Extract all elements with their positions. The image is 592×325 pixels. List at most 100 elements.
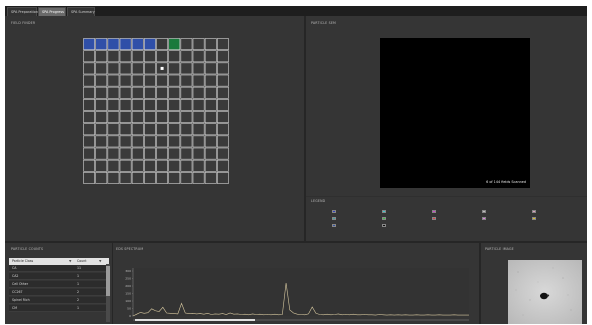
horizontal-divider[interactable] bbox=[5, 241, 587, 243]
field-cell[interactable] bbox=[107, 159, 120, 172]
field-cell[interactable] bbox=[144, 147, 156, 160]
filter-icon[interactable]: ▼ bbox=[69, 258, 71, 265]
field-cell[interactable] bbox=[95, 172, 108, 184]
field-cell[interactable] bbox=[180, 99, 193, 111]
field-cell[interactable] bbox=[83, 172, 95, 184]
field-cell[interactable] bbox=[217, 123, 229, 136]
field-cell[interactable] bbox=[204, 99, 217, 111]
column-header-count[interactable]: Count bbox=[77, 258, 86, 265]
legend-item[interactable] bbox=[332, 223, 338, 228]
legend-item[interactable] bbox=[432, 209, 438, 214]
field-cell[interactable] bbox=[131, 172, 144, 184]
legend-item[interactable] bbox=[482, 209, 488, 214]
field-cell[interactable] bbox=[192, 62, 205, 75]
field-cell[interactable] bbox=[119, 62, 132, 75]
field-cell[interactable] bbox=[192, 74, 205, 87]
field-cell[interactable] bbox=[156, 172, 168, 184]
eds-spectrum-chart[interactable]: 300 250 200 150 100 50 0 bbox=[115, 254, 477, 324]
tab-spa-progress[interactable]: SPA Progress bbox=[38, 7, 66, 16]
field-cell[interactable] bbox=[217, 86, 229, 99]
legend-item[interactable] bbox=[332, 216, 338, 221]
table-row[interactable]: CC267 2 bbox=[9, 289, 109, 296]
legend-item[interactable] bbox=[382, 209, 388, 214]
field-cell[interactable] bbox=[217, 111, 229, 123]
field-cell[interactable] bbox=[204, 50, 217, 63]
field-cell[interactable] bbox=[168, 147, 181, 160]
field-cell[interactable] bbox=[119, 123, 132, 136]
field-cell[interactable] bbox=[168, 74, 181, 87]
field-cell[interactable] bbox=[95, 159, 108, 172]
table-row[interactable]: Spinel Rich 2 bbox=[9, 297, 109, 304]
field-cell[interactable] bbox=[107, 50, 120, 63]
field-cell[interactable] bbox=[156, 111, 168, 123]
field-cell[interactable] bbox=[168, 123, 181, 136]
field-cell[interactable] bbox=[83, 50, 95, 63]
field-cell[interactable] bbox=[119, 86, 132, 99]
field-cell[interactable] bbox=[119, 99, 132, 111]
field-cell[interactable] bbox=[83, 111, 95, 123]
field-cell[interactable] bbox=[107, 135, 120, 148]
field-cell[interactable] bbox=[107, 99, 120, 111]
field-cell[interactable] bbox=[131, 38, 144, 50]
field-cell[interactable] bbox=[131, 159, 144, 172]
field-cell[interactable] bbox=[83, 86, 95, 99]
field-cell[interactable] bbox=[119, 159, 132, 172]
field-cell[interactable] bbox=[217, 62, 229, 75]
field-cell[interactable] bbox=[180, 135, 193, 148]
field-cell[interactable] bbox=[107, 147, 120, 160]
field-cell[interactable] bbox=[131, 123, 144, 136]
vertical-divider[interactable] bbox=[112, 243, 113, 324]
field-cell[interactable] bbox=[119, 50, 132, 63]
field-cell[interactable] bbox=[83, 99, 95, 111]
field-grid[interactable] bbox=[83, 38, 229, 184]
field-cell[interactable] bbox=[95, 86, 108, 99]
field-cell[interactable] bbox=[107, 86, 120, 99]
field-cell[interactable] bbox=[144, 74, 156, 87]
field-cell[interactable] bbox=[180, 172, 193, 184]
field-cell[interactable] bbox=[144, 135, 156, 148]
field-cell[interactable] bbox=[156, 123, 168, 136]
field-cell[interactable] bbox=[95, 123, 108, 136]
field-cell[interactable] bbox=[204, 172, 217, 184]
field-cell[interactable] bbox=[144, 123, 156, 136]
field-cell[interactable] bbox=[95, 111, 108, 123]
field-cell[interactable] bbox=[217, 135, 229, 148]
vertical-divider[interactable] bbox=[304, 16, 306, 241]
field-cell[interactable] bbox=[119, 172, 132, 184]
field-cell[interactable] bbox=[156, 147, 168, 160]
sem-image-view[interactable]: 6 of 144 fields Scanned bbox=[380, 38, 530, 188]
field-cell[interactable] bbox=[83, 74, 95, 87]
vertical-divider[interactable] bbox=[479, 243, 481, 324]
field-cell[interactable] bbox=[144, 111, 156, 123]
scrollbar-thumb[interactable] bbox=[106, 266, 110, 296]
field-cell[interactable] bbox=[144, 99, 156, 111]
table-row[interactable]: CM 1 bbox=[9, 305, 109, 312]
field-cell[interactable] bbox=[204, 123, 217, 136]
field-cell[interactable] bbox=[119, 74, 132, 87]
field-cell[interactable] bbox=[83, 38, 95, 50]
field-cell[interactable] bbox=[168, 62, 181, 75]
field-cell[interactable] bbox=[156, 50, 168, 63]
field-cell[interactable] bbox=[192, 38, 205, 50]
field-cell[interactable] bbox=[131, 111, 144, 123]
field-cell[interactable] bbox=[168, 50, 181, 63]
field-cell[interactable] bbox=[204, 74, 217, 87]
field-cell[interactable] bbox=[204, 86, 217, 99]
field-cell[interactable] bbox=[156, 86, 168, 99]
field-cell[interactable] bbox=[192, 159, 205, 172]
field-cell[interactable] bbox=[131, 74, 144, 87]
field-cell[interactable] bbox=[95, 74, 108, 87]
field-cell[interactable] bbox=[204, 159, 217, 172]
field-cell[interactable] bbox=[107, 172, 120, 184]
field-cell[interactable] bbox=[144, 62, 156, 75]
field-cell[interactable] bbox=[192, 111, 205, 123]
field-cell[interactable] bbox=[204, 147, 217, 160]
field-cell[interactable] bbox=[180, 38, 193, 50]
field-cell[interactable] bbox=[83, 62, 95, 75]
field-cell[interactable] bbox=[144, 50, 156, 63]
field-cell[interactable] bbox=[83, 123, 95, 136]
field-cell[interactable] bbox=[144, 159, 156, 172]
legend-item[interactable] bbox=[482, 216, 488, 221]
field-cell[interactable] bbox=[119, 135, 132, 148]
chart-scrollbar-thumb[interactable] bbox=[135, 319, 255, 321]
